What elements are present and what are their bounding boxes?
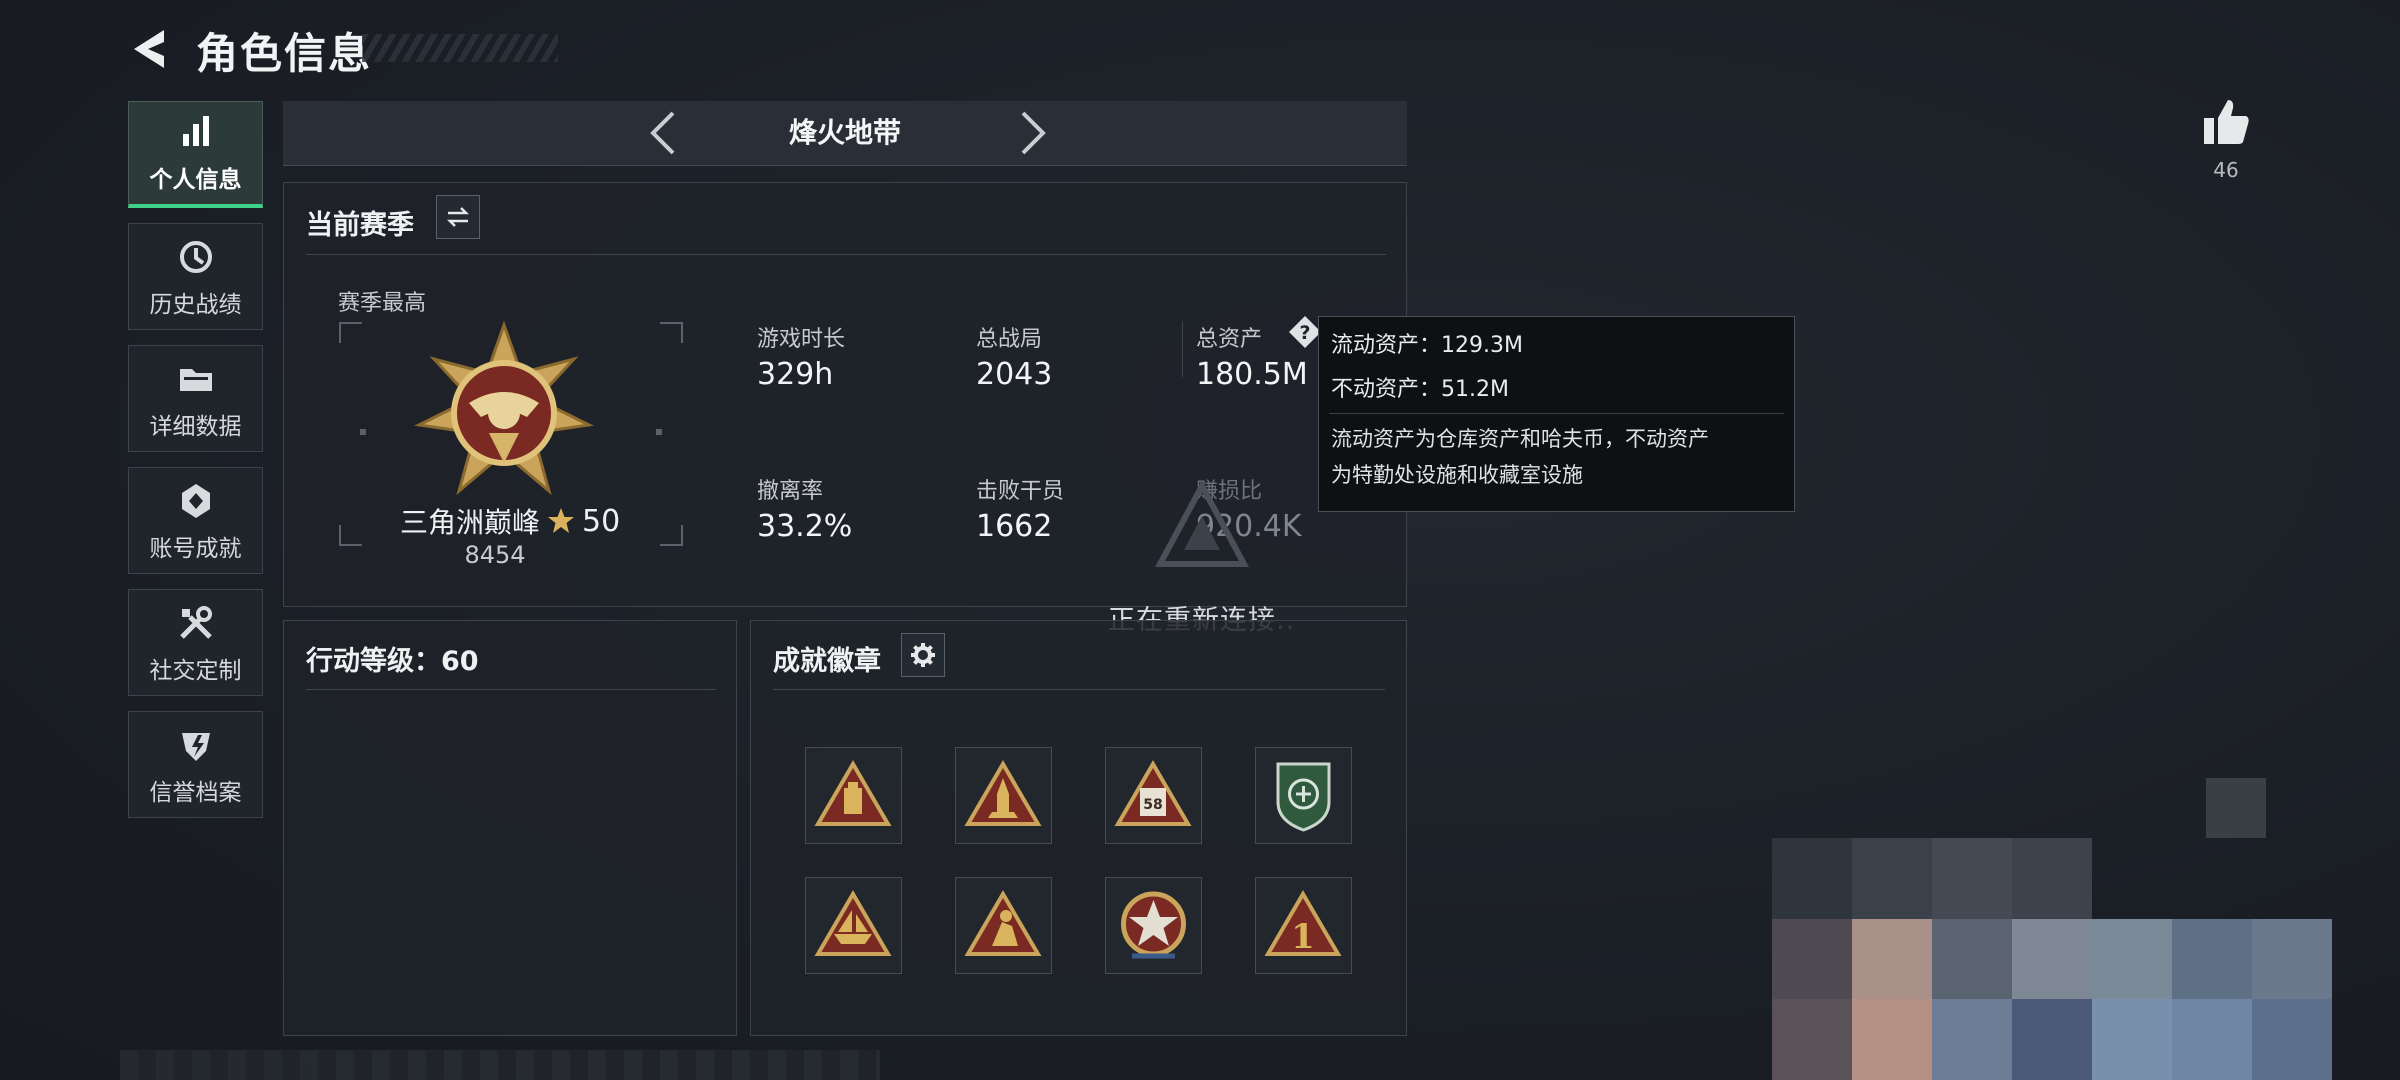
season-best-label: 赛季最高 xyxy=(338,291,427,316)
rank-stars: 50 xyxy=(582,503,621,539)
sidebar-item-label: 详细数据 xyxy=(149,414,242,440)
badge-green-shield[interactable] xyxy=(1255,747,1352,844)
season-switch-button[interactable] xyxy=(436,195,480,239)
sidebar-item-label: 社交定制 xyxy=(149,658,242,684)
pixelated-overlay xyxy=(120,1050,880,1080)
sidebar-item-detailed-data[interactable]: 详细数据 xyxy=(128,345,263,452)
sidebar-item-social-custom[interactable]: 社交定制 xyxy=(128,589,263,696)
stat-label-play-time: 游戏时长 xyxy=(757,327,846,352)
season-heading: 当前赛季 xyxy=(306,210,414,241)
sidebar-item-label: 信誉档案 xyxy=(149,780,242,806)
rank-medal-icon xyxy=(414,321,594,496)
divider xyxy=(306,254,1386,255)
number-58-badge-icon: 58 xyxy=(1114,760,1192,826)
divider xyxy=(773,689,1385,690)
action-level-panel: 行动等级：60 xyxy=(283,620,737,1036)
mode-switcher: 烽火地带 xyxy=(283,101,1407,166)
pixelated-overlay xyxy=(1772,838,2332,1080)
star-medal-badge-icon xyxy=(1121,891,1186,959)
thumbs-up-icon[interactable] xyxy=(2200,96,2252,148)
stat-value-play-time: 329h xyxy=(757,357,834,392)
page-title: 角色信息 xyxy=(196,29,373,78)
soldier-badge-icon xyxy=(964,890,1042,956)
bar-chart-icon xyxy=(182,116,209,146)
assets-tooltip: 流动资产：129.3M 不动资产：51.2M 流动资产为仓库资产和哈夫币，不动资… xyxy=(1318,316,1795,512)
rank-title-row: 三角洲巅峰 50 xyxy=(400,501,700,541)
treasure-badge-icon xyxy=(814,760,892,826)
rank-score: 8454 xyxy=(464,541,526,569)
star-icon xyxy=(548,508,575,533)
sidebar-item-credit-record[interactable]: 信誉档案 xyxy=(128,711,263,818)
badge-rocket[interactable] xyxy=(955,747,1052,844)
badge-boat[interactable] xyxy=(805,877,902,974)
swap-icon xyxy=(446,207,470,227)
svg-text:?: ? xyxy=(1299,322,1310,344)
badge-star-medal[interactable] xyxy=(1105,877,1202,974)
sidebar-item-label: 账号成就 xyxy=(149,536,242,562)
tools-icon xyxy=(179,606,212,639)
badge-soldier[interactable] xyxy=(955,877,1052,974)
stat-value-total-assets: 180.5M xyxy=(1196,357,1308,392)
svg-text:58: 58 xyxy=(1143,797,1162,813)
badge-58[interactable]: 58 xyxy=(1105,747,1202,844)
stat-value-total-matches: 2043 xyxy=(976,357,1053,392)
folder-icon xyxy=(179,369,212,391)
svg-text:1: 1 xyxy=(1291,917,1315,957)
chevron-right-icon[interactable] xyxy=(1013,109,1053,157)
divider xyxy=(1329,413,1784,414)
stat-label-operators-defeated: 击败干员 xyxy=(976,479,1065,504)
stat-label-total-assets: 总资产 xyxy=(1196,327,1263,352)
stat-label-extract-rate: 撤离率 xyxy=(757,479,824,504)
stat-value-extract-rate: 33.2% xyxy=(757,509,853,544)
loading-logo-icon xyxy=(1154,480,1250,567)
tooltip-liquid-assets: 流动资产：129.3M xyxy=(1331,333,1523,358)
badge-treasure[interactable] xyxy=(805,747,902,844)
title-decoration xyxy=(362,34,558,62)
rank-name: 三角洲巅峰 xyxy=(400,506,541,539)
green-shield-badge-icon xyxy=(1276,762,1331,832)
like-count: 46 xyxy=(2213,158,2239,182)
tooltip-desc-line2: 为特勤处设施和收藏室设施 xyxy=(1331,463,1583,487)
divider xyxy=(306,689,716,690)
mode-title: 烽火地带 xyxy=(788,116,901,149)
sidebar-item-label: 个人信息 xyxy=(149,167,242,193)
number-1-badge-icon: 1 xyxy=(1264,890,1342,957)
badges-heading: 成就徽章 xyxy=(773,646,881,677)
sidebar-item-label: 历史战绩 xyxy=(149,292,242,318)
credit-shield-icon xyxy=(181,733,210,761)
badges-settings-button[interactable] xyxy=(901,633,945,677)
action-level-heading: 行动等级：60 xyxy=(306,646,479,677)
rocket-badge-icon xyxy=(964,760,1042,826)
achievement-icon xyxy=(181,484,210,518)
boat-badge-icon xyxy=(814,890,892,956)
help-icon[interactable]: ? xyxy=(1288,315,1322,349)
gear-icon xyxy=(911,643,935,667)
back-arrow-icon[interactable] xyxy=(128,26,174,72)
stat-label-total-matches: 总战局 xyxy=(976,327,1043,352)
stat-divider xyxy=(1182,321,1183,377)
stat-value-operators-defeated: 1662 xyxy=(976,509,1053,544)
pixelated-overlay xyxy=(2206,778,2266,838)
tooltip-fixed-assets: 不动资产：51.2M xyxy=(1331,377,1509,402)
history-icon xyxy=(179,241,212,273)
sidebar-item-personal-info[interactable]: 个人信息 xyxy=(128,101,263,208)
tooltip-desc-line1: 流动资产为仓库资产和哈夫币，不动资产 xyxy=(1331,427,1709,451)
sidebar-item-history[interactable]: 历史战绩 xyxy=(128,223,263,330)
badge-number-1[interactable]: 1 xyxy=(1255,877,1352,974)
achievement-badges-panel: 成就徽章 58 1 xyxy=(750,620,1407,1036)
sidebar-item-achievements[interactable]: 账号成就 xyxy=(128,467,263,574)
